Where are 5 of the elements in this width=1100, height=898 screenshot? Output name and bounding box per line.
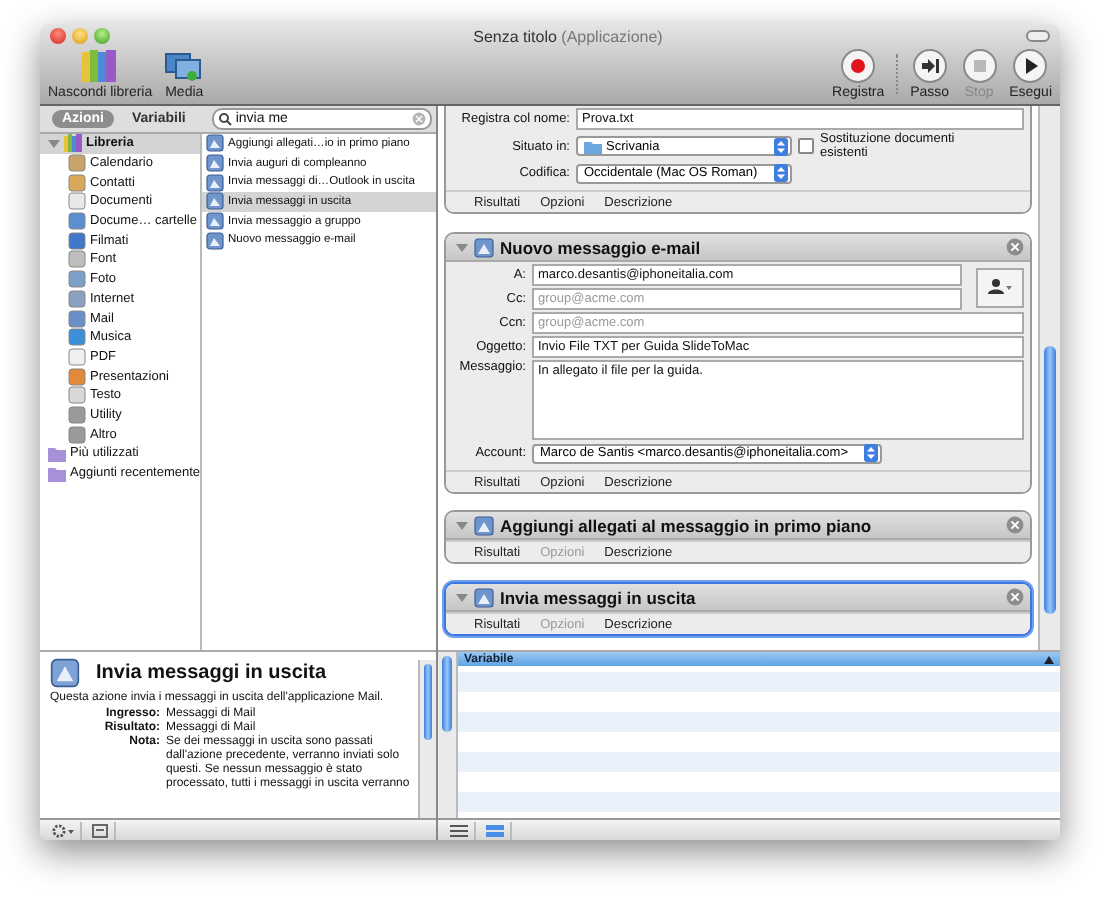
- window-title: Senza titolo (Applicazione): [471, 27, 665, 45]
- action-title: Nuovo messaggio e-mail: [500, 237, 703, 257]
- action-title: Invia messaggi in uscita: [500, 587, 698, 607]
- action-title: Aggiungi allegati al messaggio in primo piano: [500, 515, 874, 535]
- description-title: Invia messaggi in uscita: [96, 662, 327, 684]
